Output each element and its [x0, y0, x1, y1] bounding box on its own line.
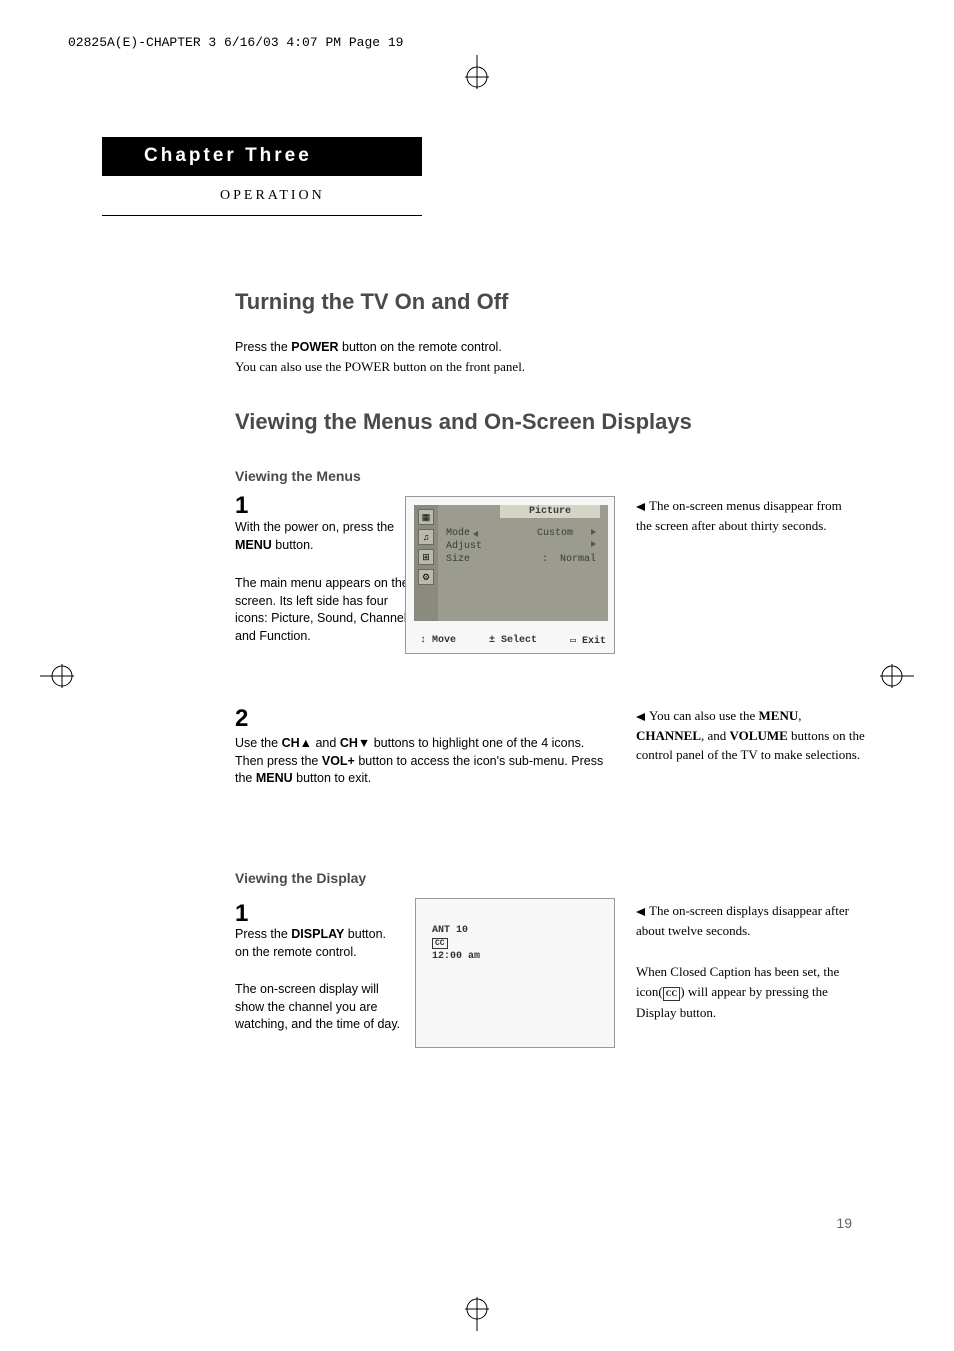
- page-number: 19: [836, 1215, 852, 1231]
- step-text: With the power on, press the MENU button…: [235, 519, 395, 554]
- side-note: The on-screen menus disappear from the s…: [636, 496, 856, 535]
- chapter-subtitle: OPERATION: [220, 188, 325, 204]
- divider: [102, 215, 422, 216]
- crop-mark-top: [457, 55, 497, 95]
- arrow-left-icon: [636, 908, 645, 916]
- channel-icon: ⊞: [418, 549, 434, 565]
- cc-icon: CC: [663, 987, 681, 1001]
- chapter-title: Chapter Three: [102, 137, 422, 175]
- step-number: 2: [235, 705, 248, 733]
- menu-title: Picture: [500, 505, 600, 518]
- step-text: The main menu appears on the screen. Its…: [235, 575, 415, 645]
- section-heading: Viewing the Menus and On-Screen Displays: [235, 409, 692, 435]
- crop-mark-bottom: [457, 1291, 497, 1331]
- picture-icon: ▦: [418, 509, 434, 525]
- print-slug: 02825A(E)-CHAPTER 3 6/16/03 4:07 PM Page…: [68, 35, 403, 50]
- arrow-left-icon: [636, 713, 645, 721]
- subsection-heading: Viewing the Menus: [235, 468, 361, 484]
- tv-display-illustration: ANT 10 CC 12:00 am: [415, 898, 615, 1048]
- step-number: 1: [235, 900, 248, 928]
- side-note: The on-screen displays disappear after a…: [636, 901, 866, 940]
- side-note: You can also use the MENU, CHANNEL, and …: [636, 706, 866, 765]
- tv-menu-illustration: ▦ ♫ ⊞ ⚙ Picture Mode Custom Adjust Size …: [405, 496, 615, 654]
- divider: [102, 175, 422, 176]
- step-number: 1: [235, 492, 248, 520]
- cc-icon: CC: [432, 938, 448, 949]
- step-text: Press the DISPLAY button. on the remote …: [235, 926, 400, 961]
- crop-mark-right: [874, 656, 914, 696]
- sound-icon: ♫: [418, 529, 434, 545]
- section1-body: Press the POWER button on the remote con…: [235, 339, 635, 376]
- side-note: When Closed Caption has been set, the ic…: [636, 962, 866, 1022]
- crop-mark-left: [40, 656, 80, 696]
- arrow-left-icon: [636, 503, 645, 511]
- function-icon: ⚙: [418, 569, 434, 585]
- subsection-heading: Viewing the Display: [235, 870, 366, 886]
- step-text: Use the CH▲ and CH▼ buttons to highlight…: [235, 735, 605, 788]
- section-heading: Turning the TV On and Off: [235, 289, 508, 315]
- step-text: The on-screen display will show the chan…: [235, 981, 405, 1034]
